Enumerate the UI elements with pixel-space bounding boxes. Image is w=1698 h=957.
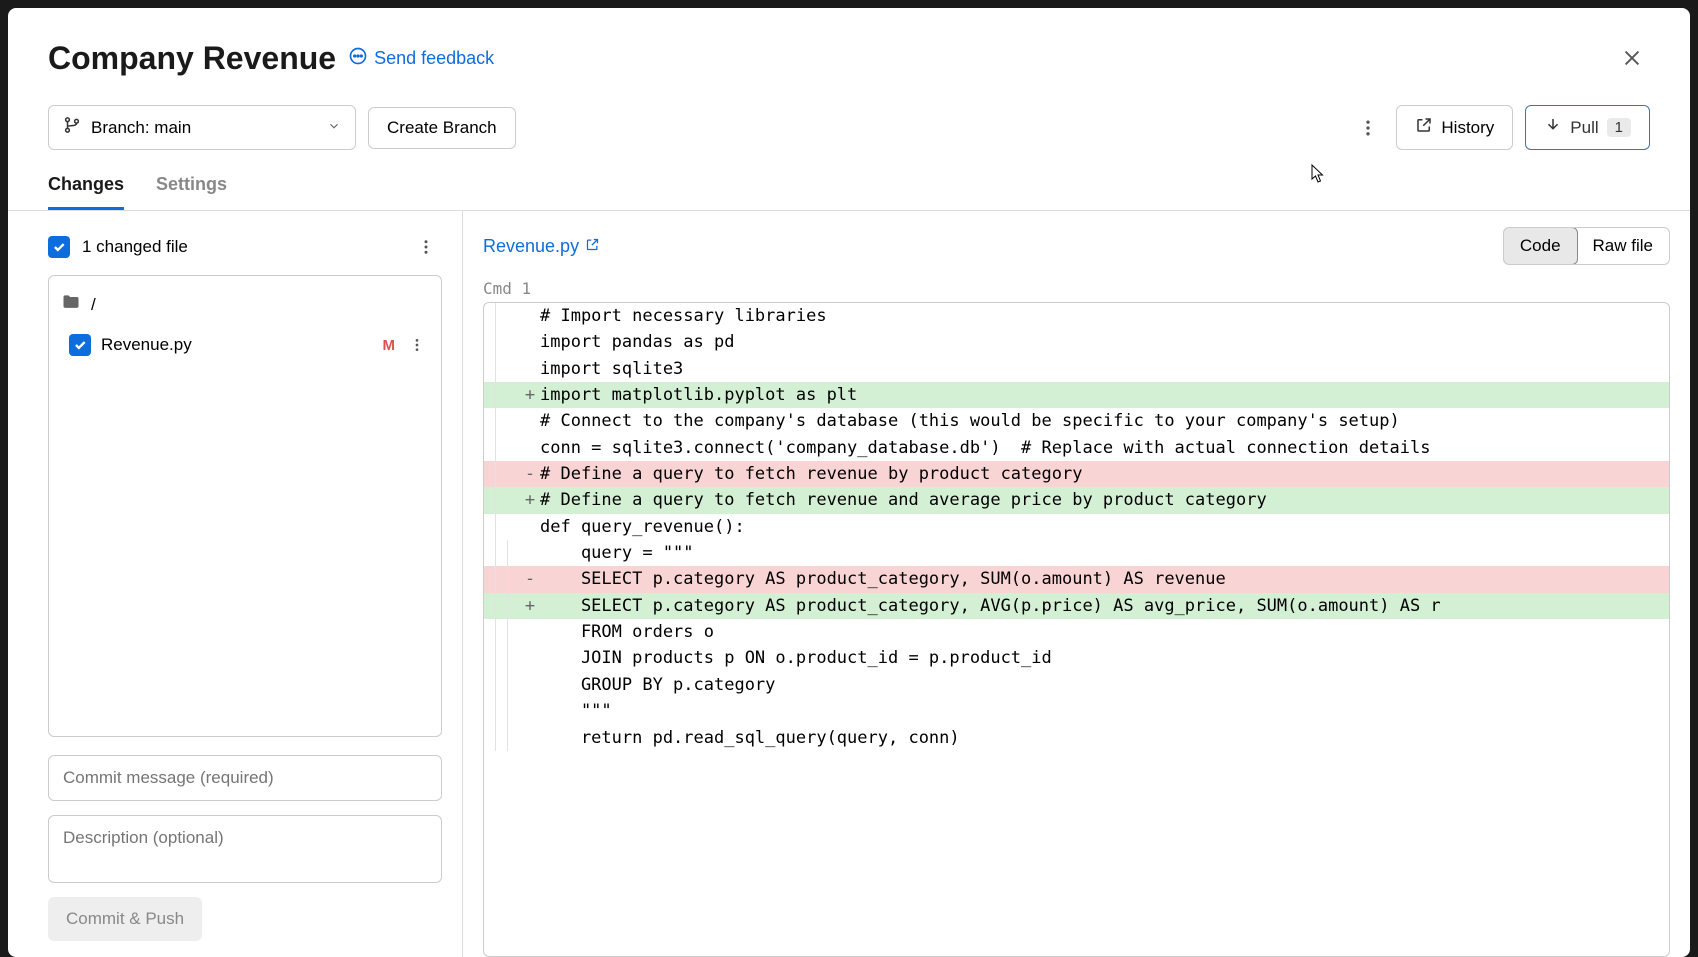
toolbar-more-button[interactable] (1352, 112, 1384, 144)
close-button[interactable] (1614, 40, 1650, 76)
page-title: Company Revenue (48, 40, 336, 77)
feedback-label: Send feedback (374, 48, 494, 69)
commit-description-input[interactable] (48, 815, 442, 883)
changes-more-button[interactable] (410, 231, 442, 263)
cmd-label: Cmd 1 (483, 275, 1670, 302)
diff-line: +# Define a query to fetch revenue and a… (484, 487, 1669, 513)
diff-line: +import matplotlib.pyplot as plt (484, 382, 1669, 408)
diff-line: -# Define a query to fetch revenue by pr… (484, 461, 1669, 487)
diff-viewer: # Import necessary librariesimport panda… (483, 302, 1670, 957)
download-icon (1544, 116, 1562, 139)
file-name-label: Revenue.py (101, 335, 192, 355)
commit-push-button[interactable]: Commit & Push (48, 897, 202, 941)
select-all-checkbox[interactable] (48, 236, 70, 258)
tab-settings[interactable]: Settings (156, 166, 227, 210)
branch-icon (63, 116, 81, 139)
chat-icon (348, 46, 368, 71)
file-tree: / Revenue.py M (48, 275, 442, 737)
tree-root[interactable]: / (57, 286, 433, 323)
file-checkbox[interactable] (69, 334, 91, 356)
diff-line: """ (484, 698, 1669, 724)
diff-line: + SELECT p.category AS product_category,… (484, 593, 1669, 619)
commit-message-input[interactable] (48, 755, 442, 801)
diff-line: GROUP BY p.category (484, 672, 1669, 698)
diff-line: - SELECT p.category AS product_category,… (484, 566, 1669, 592)
view-raw-button[interactable]: Raw file (1577, 228, 1669, 264)
diff-line: JOIN products p ON o.product_id = p.prod… (484, 645, 1669, 671)
send-feedback-link[interactable]: Send feedback (348, 46, 494, 71)
history-button[interactable]: History (1396, 105, 1513, 150)
diff-line: return pd.read_sql_query(query, conn) (484, 725, 1669, 751)
view-toggle: Code Raw file (1503, 227, 1670, 265)
pull-count-badge: 1 (1607, 118, 1631, 137)
pull-button[interactable]: Pull 1 (1525, 105, 1650, 150)
file-link[interactable]: Revenue.py (483, 236, 600, 257)
create-branch-button[interactable]: Create Branch (368, 107, 516, 149)
diff-line: FROM orders o (484, 619, 1669, 645)
chevron-down-icon (327, 118, 341, 138)
diff-line: query = """ (484, 540, 1669, 566)
diff-line: # Connect to the company's database (thi… (484, 408, 1669, 434)
branch-label: Branch: main (91, 118, 191, 138)
diff-line: def query_revenue(): (484, 514, 1669, 540)
diff-line: conn = sqlite3.connect('company_database… (484, 435, 1669, 461)
file-link-label: Revenue.py (483, 236, 579, 257)
branch-select[interactable]: Branch: main (48, 105, 356, 150)
tree-file-row[interactable]: Revenue.py M (57, 323, 433, 367)
diff-line: import sqlite3 (484, 356, 1669, 382)
file-more-button[interactable] (405, 329, 429, 361)
tab-changes[interactable]: Changes (48, 166, 124, 210)
folder-icon (61, 292, 81, 317)
diff-line: # Import necessary libraries (484, 303, 1669, 329)
history-label: History (1441, 118, 1494, 138)
root-label: / (91, 295, 96, 315)
external-link-icon (1415, 116, 1433, 139)
pull-label: Pull (1570, 118, 1598, 138)
view-code-button[interactable]: Code (1503, 227, 1578, 265)
diff-line: import pandas as pd (484, 329, 1669, 355)
external-link-icon (585, 236, 600, 257)
changed-files-label: 1 changed file (82, 237, 398, 257)
modified-badge: M (383, 337, 396, 354)
